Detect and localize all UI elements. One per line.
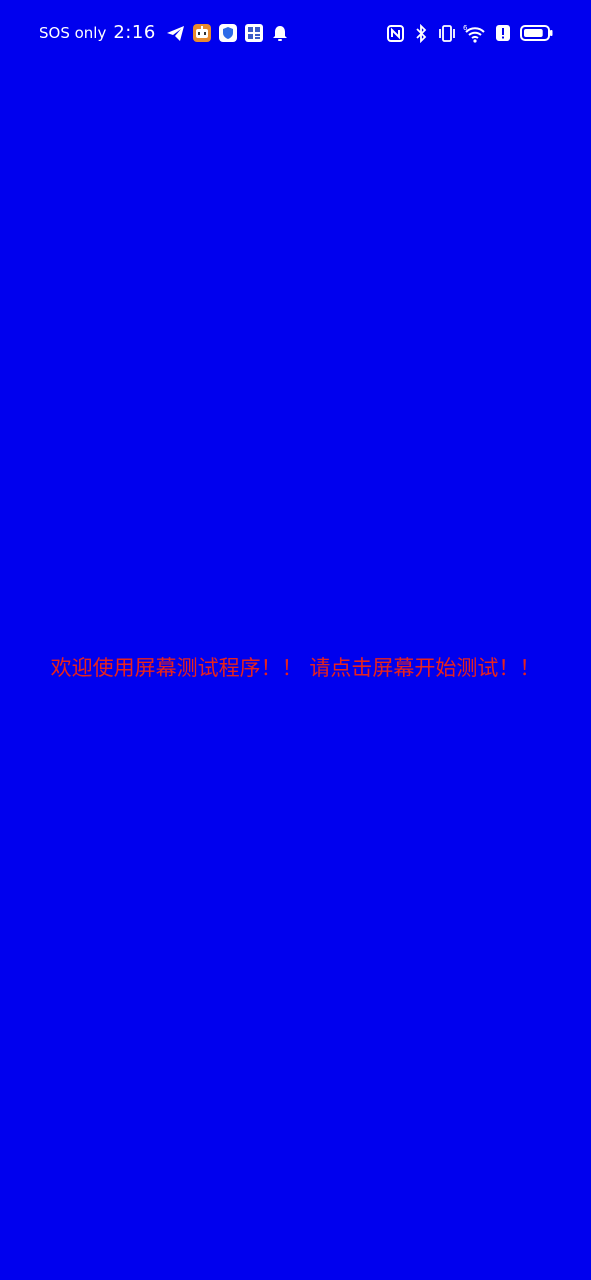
status-bar: SOS only 2:16 6 [0, 0, 591, 66]
clock: 2:16 [113, 22, 156, 43]
app-robot-icon [192, 23, 212, 43]
alert-icon [493, 23, 513, 43]
shield-app-icon [218, 23, 238, 43]
vibrate-icon [437, 23, 457, 43]
welcome-message: 欢迎使用屏幕测试程序！！ 请点击屏幕开始测试！！ [50, 656, 541, 680]
carrier-label: SOS only [39, 24, 107, 42]
wifi-icon: 6 [463, 23, 487, 43]
wifi-badge: 6 [463, 24, 468, 32]
bell-icon [270, 23, 290, 43]
bluetooth-icon [411, 23, 431, 43]
status-right: 6 [383, 21, 553, 45]
status-left: SOS only 2:16 [39, 21, 290, 45]
nfc-icon [385, 23, 405, 43]
telegram-icon [166, 23, 186, 43]
battery-icon [519, 23, 553, 43]
test-screen[interactable]: SOS only 2:16 6 欢迎使用屏幕测试程序！！ 请点击屏幕开始测试！！ [0, 0, 591, 1280]
app-grid-icon [244, 23, 264, 43]
